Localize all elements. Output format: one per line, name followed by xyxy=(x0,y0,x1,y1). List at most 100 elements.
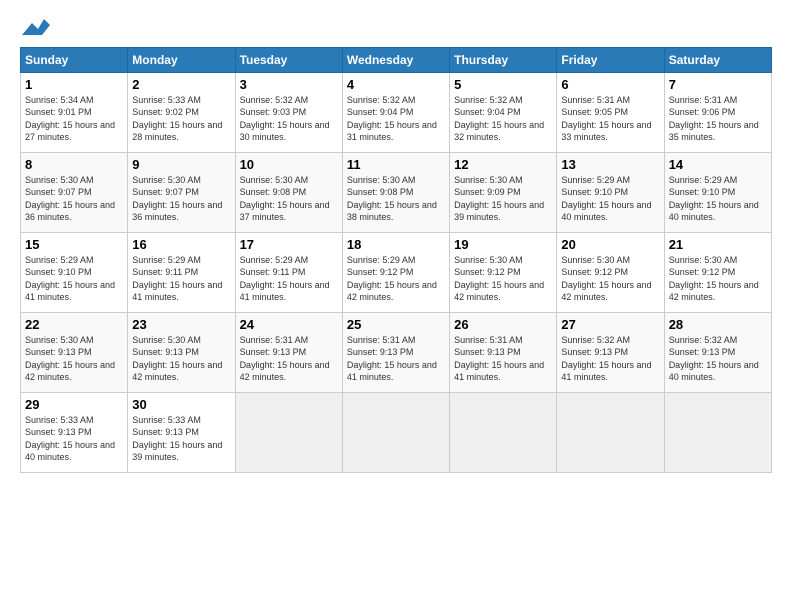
day-info: Sunrise: 5:30 AM Sunset: 9:07 PM Dayligh… xyxy=(132,175,222,223)
day-info: Sunrise: 5:29 AM Sunset: 9:10 PM Dayligh… xyxy=(669,175,759,223)
day-number: 27 xyxy=(561,317,659,332)
day-info: Sunrise: 5:31 AM Sunset: 9:13 PM Dayligh… xyxy=(240,335,330,383)
calendar-cell: 18 Sunrise: 5:29 AM Sunset: 9:12 PM Dayl… xyxy=(342,232,449,312)
day-info: Sunrise: 5:30 AM Sunset: 9:13 PM Dayligh… xyxy=(25,335,115,383)
day-info: Sunrise: 5:31 AM Sunset: 9:05 PM Dayligh… xyxy=(561,95,651,143)
header xyxy=(20,16,772,37)
calendar-cell: 15 Sunrise: 5:29 AM Sunset: 9:10 PM Dayl… xyxy=(21,232,128,312)
day-number: 5 xyxy=(454,77,552,92)
calendar-cell: 24 Sunrise: 5:31 AM Sunset: 9:13 PM Dayl… xyxy=(235,312,342,392)
day-info: Sunrise: 5:32 AM Sunset: 9:03 PM Dayligh… xyxy=(240,95,330,143)
header-thursday: Thursday xyxy=(450,47,557,72)
calendar-week-5: 29 Sunrise: 5:33 AM Sunset: 9:13 PM Dayl… xyxy=(21,392,772,472)
day-info: Sunrise: 5:30 AM Sunset: 9:09 PM Dayligh… xyxy=(454,175,544,223)
calendar-cell: 22 Sunrise: 5:30 AM Sunset: 9:13 PM Dayl… xyxy=(21,312,128,392)
calendar-cell: 1 Sunrise: 5:34 AM Sunset: 9:01 PM Dayli… xyxy=(21,72,128,152)
day-info: Sunrise: 5:30 AM Sunset: 9:12 PM Dayligh… xyxy=(669,255,759,303)
day-info: Sunrise: 5:32 AM Sunset: 9:13 PM Dayligh… xyxy=(669,335,759,383)
calendar-cell xyxy=(664,392,771,472)
day-number: 6 xyxy=(561,77,659,92)
day-info: Sunrise: 5:30 AM Sunset: 9:08 PM Dayligh… xyxy=(347,175,437,223)
calendar-cell: 23 Sunrise: 5:30 AM Sunset: 9:13 PM Dayl… xyxy=(128,312,235,392)
calendar-cell: 14 Sunrise: 5:29 AM Sunset: 9:10 PM Dayl… xyxy=(664,152,771,232)
header-friday: Friday xyxy=(557,47,664,72)
calendar-cell: 25 Sunrise: 5:31 AM Sunset: 9:13 PM Dayl… xyxy=(342,312,449,392)
day-number: 21 xyxy=(669,237,767,252)
day-info: Sunrise: 5:29 AM Sunset: 9:12 PM Dayligh… xyxy=(347,255,437,303)
day-number: 25 xyxy=(347,317,445,332)
day-number: 1 xyxy=(25,77,123,92)
calendar-cell: 26 Sunrise: 5:31 AM Sunset: 9:13 PM Dayl… xyxy=(450,312,557,392)
day-info: Sunrise: 5:32 AM Sunset: 9:13 PM Dayligh… xyxy=(561,335,651,383)
logo-text xyxy=(20,16,50,37)
day-number: 19 xyxy=(454,237,552,252)
calendar-table: SundayMondayTuesdayWednesdayThursdayFrid… xyxy=(20,47,772,473)
header-sunday: Sunday xyxy=(21,47,128,72)
logo-bird-icon xyxy=(22,17,50,37)
day-info: Sunrise: 5:29 AM Sunset: 9:11 PM Dayligh… xyxy=(132,255,222,303)
calendar-cell xyxy=(557,392,664,472)
day-number: 26 xyxy=(454,317,552,332)
day-info: Sunrise: 5:33 AM Sunset: 9:02 PM Dayligh… xyxy=(132,95,222,143)
day-number: 3 xyxy=(240,77,338,92)
day-info: Sunrise: 5:29 AM Sunset: 9:10 PM Dayligh… xyxy=(561,175,651,223)
calendar-week-1: 1 Sunrise: 5:34 AM Sunset: 9:01 PM Dayli… xyxy=(21,72,772,152)
calendar-cell: 28 Sunrise: 5:32 AM Sunset: 9:13 PM Dayl… xyxy=(664,312,771,392)
calendar-cell: 19 Sunrise: 5:30 AM Sunset: 9:12 PM Dayl… xyxy=(450,232,557,312)
day-number: 12 xyxy=(454,157,552,172)
calendar-cell: 29 Sunrise: 5:33 AM Sunset: 9:13 PM Dayl… xyxy=(21,392,128,472)
day-info: Sunrise: 5:32 AM Sunset: 9:04 PM Dayligh… xyxy=(454,95,544,143)
day-info: Sunrise: 5:31 AM Sunset: 9:13 PM Dayligh… xyxy=(347,335,437,383)
day-number: 23 xyxy=(132,317,230,332)
calendar-cell: 30 Sunrise: 5:33 AM Sunset: 9:13 PM Dayl… xyxy=(128,392,235,472)
day-info: Sunrise: 5:32 AM Sunset: 9:04 PM Dayligh… xyxy=(347,95,437,143)
day-info: Sunrise: 5:30 AM Sunset: 9:13 PM Dayligh… xyxy=(132,335,222,383)
day-info: Sunrise: 5:30 AM Sunset: 9:08 PM Dayligh… xyxy=(240,175,330,223)
day-number: 11 xyxy=(347,157,445,172)
day-number: 10 xyxy=(240,157,338,172)
calendar-cell xyxy=(342,392,449,472)
calendar-cell: 9 Sunrise: 5:30 AM Sunset: 9:07 PM Dayli… xyxy=(128,152,235,232)
calendar-cell: 2 Sunrise: 5:33 AM Sunset: 9:02 PM Dayli… xyxy=(128,72,235,152)
day-number: 9 xyxy=(132,157,230,172)
calendar-header-row: SundayMondayTuesdayWednesdayThursdayFrid… xyxy=(21,47,772,72)
calendar-week-3: 15 Sunrise: 5:29 AM Sunset: 9:10 PM Dayl… xyxy=(21,232,772,312)
calendar-cell: 17 Sunrise: 5:29 AM Sunset: 9:11 PM Dayl… xyxy=(235,232,342,312)
day-info: Sunrise: 5:30 AM Sunset: 9:07 PM Dayligh… xyxy=(25,175,115,223)
day-number: 8 xyxy=(25,157,123,172)
header-monday: Monday xyxy=(128,47,235,72)
day-number: 30 xyxy=(132,397,230,412)
day-number: 17 xyxy=(240,237,338,252)
day-number: 14 xyxy=(669,157,767,172)
calendar-cell: 10 Sunrise: 5:30 AM Sunset: 9:08 PM Dayl… xyxy=(235,152,342,232)
day-info: Sunrise: 5:33 AM Sunset: 9:13 PM Dayligh… xyxy=(132,415,222,463)
calendar-cell: 12 Sunrise: 5:30 AM Sunset: 9:09 PM Dayl… xyxy=(450,152,557,232)
calendar-cell: 27 Sunrise: 5:32 AM Sunset: 9:13 PM Dayl… xyxy=(557,312,664,392)
day-number: 7 xyxy=(669,77,767,92)
calendar-week-4: 22 Sunrise: 5:30 AM Sunset: 9:13 PM Dayl… xyxy=(21,312,772,392)
calendar-cell xyxy=(450,392,557,472)
day-number: 2 xyxy=(132,77,230,92)
header-tuesday: Tuesday xyxy=(235,47,342,72)
calendar-page: SundayMondayTuesdayWednesdayThursdayFrid… xyxy=(0,0,792,612)
day-info: Sunrise: 5:30 AM Sunset: 9:12 PM Dayligh… xyxy=(454,255,544,303)
day-number: 4 xyxy=(347,77,445,92)
day-number: 18 xyxy=(347,237,445,252)
calendar-cell: 20 Sunrise: 5:30 AM Sunset: 9:12 PM Dayl… xyxy=(557,232,664,312)
day-number: 28 xyxy=(669,317,767,332)
day-info: Sunrise: 5:29 AM Sunset: 9:11 PM Dayligh… xyxy=(240,255,330,303)
calendar-cell: 7 Sunrise: 5:31 AM Sunset: 9:06 PM Dayli… xyxy=(664,72,771,152)
calendar-cell: 4 Sunrise: 5:32 AM Sunset: 9:04 PM Dayli… xyxy=(342,72,449,152)
day-number: 13 xyxy=(561,157,659,172)
calendar-cell: 16 Sunrise: 5:29 AM Sunset: 9:11 PM Dayl… xyxy=(128,232,235,312)
calendar-cell: 11 Sunrise: 5:30 AM Sunset: 9:08 PM Dayl… xyxy=(342,152,449,232)
calendar-cell: 13 Sunrise: 5:29 AM Sunset: 9:10 PM Dayl… xyxy=(557,152,664,232)
day-number: 22 xyxy=(25,317,123,332)
calendar-cell: 5 Sunrise: 5:32 AM Sunset: 9:04 PM Dayli… xyxy=(450,72,557,152)
logo xyxy=(20,16,50,37)
calendar-cell xyxy=(235,392,342,472)
day-number: 15 xyxy=(25,237,123,252)
calendar-cell: 3 Sunrise: 5:32 AM Sunset: 9:03 PM Dayli… xyxy=(235,72,342,152)
day-number: 20 xyxy=(561,237,659,252)
calendar-cell: 8 Sunrise: 5:30 AM Sunset: 9:07 PM Dayli… xyxy=(21,152,128,232)
